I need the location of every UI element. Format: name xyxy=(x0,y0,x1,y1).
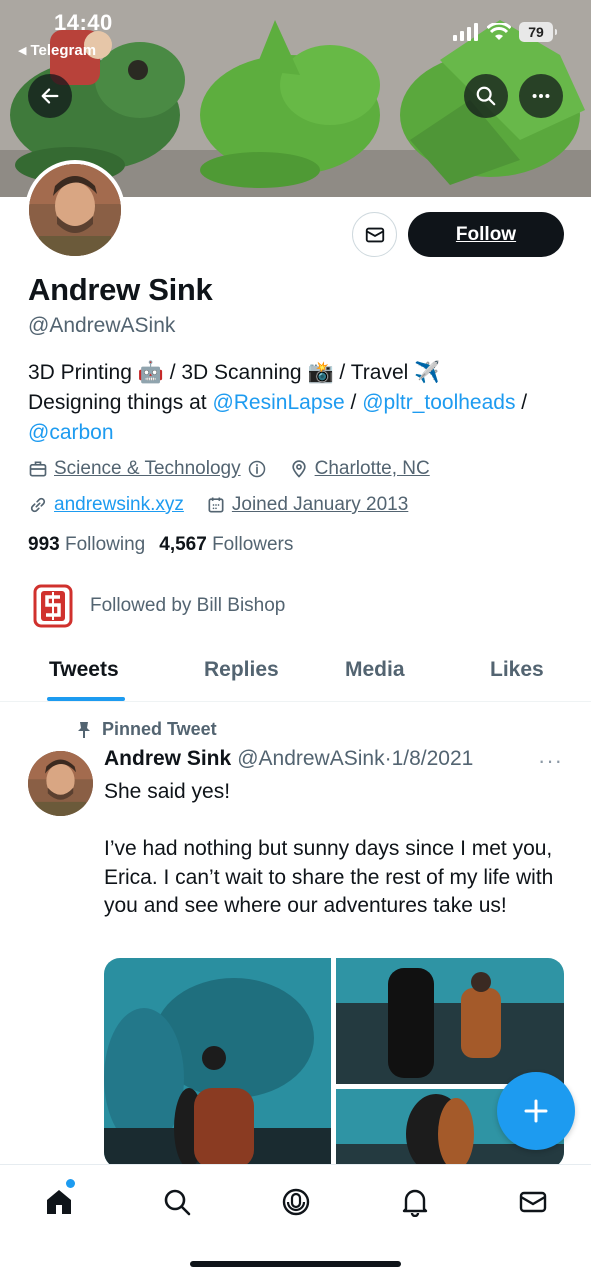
website-item[interactable]: andrewsink.xyz xyxy=(28,494,184,516)
mention-carbon[interactable]: @carbon xyxy=(28,421,114,444)
bio-line-3: @carbon xyxy=(28,418,568,448)
joined-label: Joined January 2013 xyxy=(231,494,409,515)
followers-number: 4,567 xyxy=(159,534,207,555)
search-icon xyxy=(164,1189,191,1216)
notification-dot xyxy=(66,1179,75,1188)
compose-tweet-button[interactable] xyxy=(497,1072,575,1150)
pinned-tweet-label: Pinned Tweet xyxy=(76,719,217,740)
follow-counts: 993 Following 4,567 Followers xyxy=(28,534,293,556)
following-number: 993 xyxy=(28,534,60,555)
tweet-author-name[interactable]: Andrew Sink xyxy=(104,747,231,771)
bio-line-2: Designing things at @ResinLapse / @pltr_… xyxy=(28,388,568,418)
bio-line-1: 3D Printing 🤖 / 3D Scanning 📸 / Travel ✈… xyxy=(28,361,441,384)
avatar-image xyxy=(29,164,121,256)
tab-replies[interactable]: Replies xyxy=(204,658,279,682)
joined-item: Joined January 2013 xyxy=(206,494,408,516)
more-button[interactable] xyxy=(519,74,563,118)
profile-avatar[interactable] xyxy=(25,160,125,260)
nav-search[interactable] xyxy=(160,1185,194,1219)
profile-tabs: Tweets Replies Media Likes xyxy=(0,640,591,702)
tweet-more-button[interactable]: ··· xyxy=(538,748,563,774)
mention-resinlapse[interactable]: @ResinLapse xyxy=(212,391,344,414)
tweet-text: She said yes! I’ve had nothing but sunny… xyxy=(104,780,554,917)
search-icon xyxy=(476,86,496,106)
link-icon xyxy=(30,497,46,513)
dot-separator: · xyxy=(384,747,392,770)
mention-pltr-toolheads[interactable]: @pltr_toolheads xyxy=(362,391,515,414)
info-icon[interactable] xyxy=(247,459,267,479)
back-button[interactable] xyxy=(28,74,72,118)
nav-home[interactable] xyxy=(42,1185,76,1219)
followers-count[interactable]: 4,567 Followers xyxy=(159,534,293,556)
status-time: 14:40 xyxy=(54,10,113,35)
handle-text: @AndrewASink xyxy=(237,747,385,770)
tab-tweets[interactable]: Tweets xyxy=(49,658,119,682)
plus-icon xyxy=(524,1099,548,1123)
tweet-photo-2[interactable] xyxy=(336,958,564,1084)
calendar-icon xyxy=(208,497,224,513)
pin-icon xyxy=(78,721,90,738)
notifications-icon xyxy=(402,1189,428,1217)
following-label: Following xyxy=(64,534,146,555)
bio-separator: / xyxy=(515,391,528,414)
profile-name: Andrew Sink xyxy=(28,272,213,307)
status-icons: 79 xyxy=(453,22,557,42)
search-button[interactable] xyxy=(464,74,508,118)
bio-text: Designing things at xyxy=(28,391,213,414)
followed-by-label: Followed by Bill Bishop xyxy=(90,595,286,616)
status-bar: 14:40 ◀ Telegram 79 xyxy=(0,0,591,60)
profile-bio: 3D Printing 🤖 / 3D Scanning 📸 / Travel ✈… xyxy=(28,358,568,448)
message-button[interactable] xyxy=(352,212,397,257)
avatar-image xyxy=(28,751,93,816)
followers-label: Followers xyxy=(212,534,294,555)
signal-icon xyxy=(453,23,478,41)
home-indicator[interactable] xyxy=(190,1261,401,1267)
tweet-media-grid xyxy=(104,958,564,1168)
envelope-icon xyxy=(365,227,384,242)
tweet-author-avatar[interactable] xyxy=(28,751,93,816)
profile-handle: @AndrewASink xyxy=(28,314,176,337)
tweet-header: Andrew Sink @AndrewASink·1/8/2021 xyxy=(104,747,473,771)
triangle-left-icon: ◀ xyxy=(18,45,27,57)
website-link[interactable]: andrewsink.xyz xyxy=(54,494,184,516)
battery-indicator: 79 xyxy=(519,22,557,42)
arrow-left-icon xyxy=(41,88,59,104)
followed-by[interactable]: Followed by Bill Bishop xyxy=(32,583,285,629)
home-icon xyxy=(47,1190,71,1214)
spaces-icon xyxy=(282,1188,310,1216)
tab-likes[interactable]: Likes xyxy=(490,658,544,682)
profile-meta-row-1: Science & Technology Charlotte, NC xyxy=(28,458,452,480)
tweet-photo-1[interactable] xyxy=(104,958,331,1168)
bio-separator: / xyxy=(344,391,363,414)
messages-icon xyxy=(519,1191,547,1213)
active-tab-indicator xyxy=(47,697,125,701)
proposal-photo xyxy=(336,958,564,1084)
follower-avatar xyxy=(33,584,73,628)
aquarium-photo xyxy=(104,958,331,1168)
category-label: Science & Technology xyxy=(54,458,241,479)
back-app-label: Telegram xyxy=(30,42,97,59)
back-to-app[interactable]: ◀ Telegram xyxy=(18,42,96,59)
tab-media[interactable]: Media xyxy=(345,658,405,682)
category-item[interactable]: Science & Technology xyxy=(28,458,267,480)
profile-meta-row-2: andrewsink.xyz Joined January 2013 xyxy=(28,494,430,516)
following-count[interactable]: 993 Following xyxy=(28,534,145,556)
follow-button[interactable]: Follow xyxy=(408,212,564,257)
briefcase-icon xyxy=(29,461,47,477)
nav-notifications[interactable] xyxy=(398,1185,432,1219)
wifi-icon xyxy=(487,23,511,40)
nav-messages[interactable] xyxy=(516,1185,550,1219)
location-pin-icon xyxy=(291,460,306,478)
more-horizontal-icon xyxy=(532,93,550,99)
pinned-text: Pinned Tweet xyxy=(102,719,217,739)
tweet-date[interactable]: 1/8/2021 xyxy=(392,747,474,770)
nav-spaces[interactable] xyxy=(279,1185,313,1219)
location-label: Charlotte, NC xyxy=(314,458,430,479)
tweet-author-handle: @AndrewASink·1/8/2021 xyxy=(237,747,473,771)
location-item: Charlotte, NC xyxy=(289,458,430,480)
